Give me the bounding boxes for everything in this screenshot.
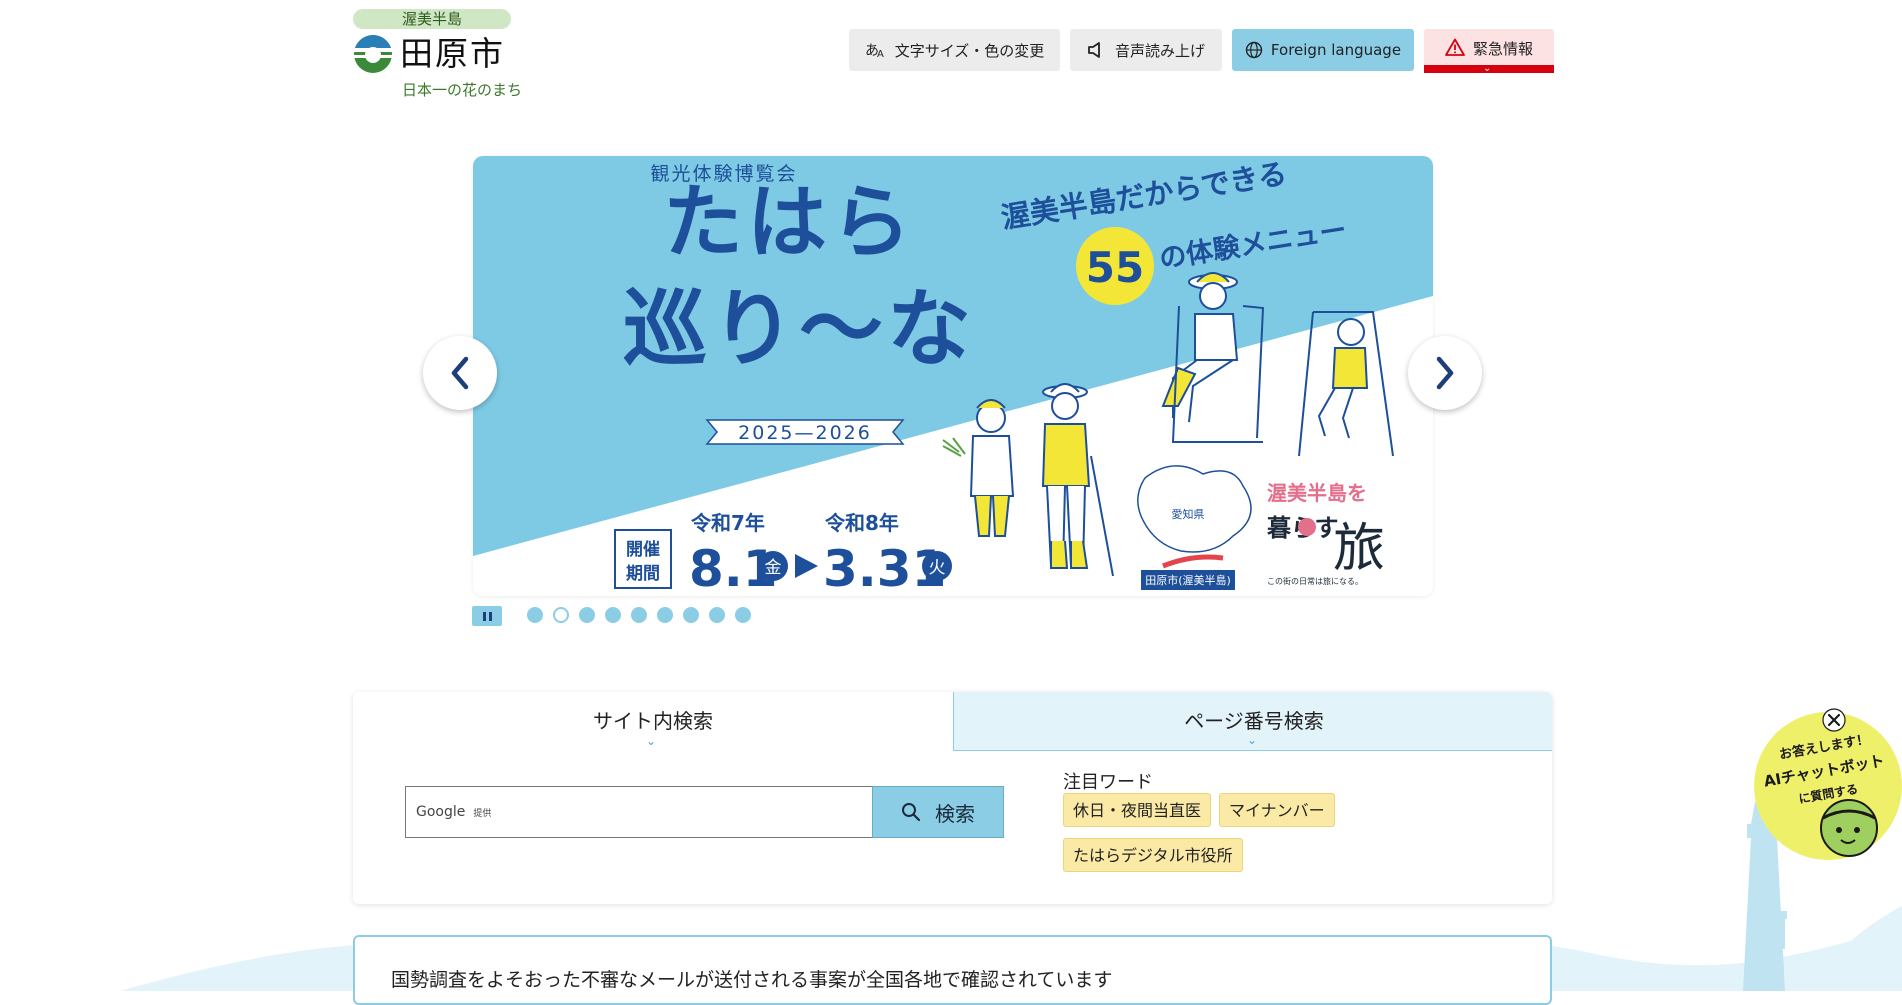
carousel-next-button[interactable] [1408, 336, 1482, 410]
notice-link[interactable]: 国勢調査をよそおった不審なメールが送付される事案が全国各地で確認されています [391, 965, 1112, 992]
brand-small: この街の日常は旅になる。 [1267, 576, 1363, 586]
chevron-down-icon: ⌄ [1247, 733, 1258, 747]
text-size-color-button[interactable]: あ A 文字サイズ・色の変更 [849, 29, 1060, 71]
carousel-dot[interactable] [579, 607, 595, 623]
banner-years: 2025—2026 [738, 422, 872, 444]
city-emblem-icon [354, 35, 392, 73]
pause-icon-bar [488, 611, 492, 621]
city-name: 田原市 [400, 34, 505, 73]
ai-chatbot-widget[interactable]: お答えします！ AIチャットボット に質問する [1725, 706, 1902, 991]
emergency-info-button[interactable]: 緊急情報 ⌄ [1424, 29, 1554, 74]
speaker-icon [1088, 42, 1100, 58]
chevron-right-icon [1436, 356, 1454, 390]
carousel-dot[interactable] [605, 607, 621, 623]
map-label: 愛知県 [1172, 507, 1205, 521]
keyword-link[interactable]: たはらデジタル市役所 [1063, 838, 1243, 872]
text-size-label: 文字サイズ・色の変更 [894, 41, 1045, 60]
google-label: Google [416, 804, 466, 820]
tab-page-number-search[interactable]: ページ番号検索 ⌄ [953, 692, 1552, 751]
period-label-2: 期間 [626, 564, 660, 584]
foreign-language-button[interactable]: Foreign language [1232, 29, 1414, 71]
text-size-icon: あ A [865, 43, 884, 59]
site-logo[interactable]: 渥美半島 田原市 日本一の花のまち [352, 8, 542, 100]
tab-site-search-label: サイト内検索 [593, 709, 713, 733]
city-tagline: 日本一の花のまち [402, 81, 523, 99]
map-caption: 田原市(渥美半島) [1145, 573, 1231, 587]
banner-title-line1: たはら [663, 176, 915, 269]
search-panel: サイト内検索 ⌄ ページ番号検索 ⌄ Google 提供 検索 注目ワード 休日… [353, 692, 1552, 904]
brand-tabi: 旅 [1333, 519, 1385, 579]
tourism-banner: 観光体験博覧会 たはら 巡り〜な 2025—2026 渥美半島だからできる 55… [473, 156, 1433, 596]
warning-icon [1445, 38, 1465, 56]
carousel-dot[interactable] [553, 607, 569, 623]
period-label-1: 開催 [626, 539, 660, 560]
carousel-slide[interactable]: 観光体験博覧会 たはら 巡り〜な 2025—2026 渥美半島だからできる 55… [473, 156, 1433, 596]
carousel-pause-button[interactable] [472, 606, 502, 626]
emergency-label: 緊急情報 [1472, 40, 1533, 58]
language-label: Foreign language [1270, 41, 1402, 59]
banner-count: 55 [1086, 243, 1144, 292]
chevron-down-icon: ⌄ [1483, 63, 1492, 74]
provided-label: 提供 [473, 808, 492, 819]
chevron-left-icon [451, 356, 469, 390]
featured-keywords-title: 注目ワード [1063, 772, 1153, 793]
chevron-down-icon: ⌄ [646, 734, 657, 748]
voice-reader-button[interactable]: 音声読み上げ [1070, 29, 1222, 71]
carousel-dot[interactable] [527, 607, 543, 623]
search-button[interactable]: 検索 [872, 786, 1004, 838]
keyword-link[interactable]: マイナンバー [1219, 793, 1335, 827]
brand-line1: 渥美半島を [1267, 481, 1367, 505]
voice-label: 音声読み上げ [1114, 41, 1205, 60]
start-day: 金 [765, 558, 782, 578]
tab-site-search[interactable]: サイト内検索 ⌄ [353, 692, 953, 751]
carousel-dot[interactable] [631, 607, 647, 623]
keyword-link[interactable]: 休日・夜間当直医 [1063, 793, 1212, 827]
banner-title-line2: 巡り〜な [623, 280, 975, 378]
end-era: 令和8年 [825, 511, 899, 535]
carousel-dots [527, 607, 751, 623]
search-icon [902, 803, 921, 822]
globe-icon [1245, 41, 1263, 59]
carousel-dot[interactable] [709, 607, 725, 623]
carousel-dot[interactable] [735, 607, 751, 623]
carousel-prev-button[interactable] [423, 336, 497, 410]
pause-icon-bar [482, 611, 486, 621]
notice-box: 国勢調査をよそおった不審なメールが送付される事案が全国各地で確認されています [353, 935, 1552, 1005]
start-era: 令和7年 [691, 511, 765, 535]
carousel-dot[interactable] [683, 607, 699, 623]
chatbot-illustration: お答えします！ AIチャットボット に質問する [1743, 708, 1902, 991]
search-input[interactable]: Google 提供 [405, 786, 872, 838]
end-day: 火 [929, 558, 946, 578]
search-button-label: 検索 [935, 801, 975, 826]
svg-text:A: A [877, 49, 884, 59]
carousel-dot[interactable] [657, 607, 673, 623]
logo-region-pill: 渥美半島 [353, 9, 511, 29]
cabbage-mascot-icon [1820, 799, 1878, 857]
tab-page-number-label: ページ番号検索 [1184, 709, 1324, 733]
